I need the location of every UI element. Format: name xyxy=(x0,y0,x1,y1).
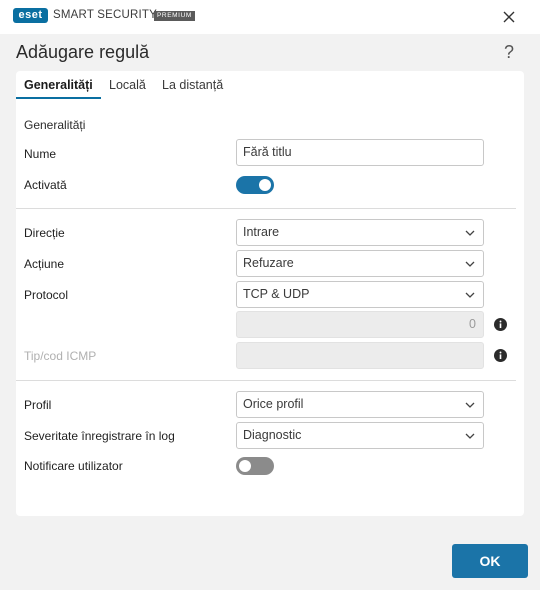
protocol-select[interactable]: TCP & UDP xyxy=(236,281,484,308)
log-severity-select[interactable]: Diagnostic xyxy=(236,422,484,449)
profile-value: Orice profil xyxy=(243,397,304,411)
edition-badge: PREMIUM xyxy=(154,11,195,21)
name-label: Nume xyxy=(24,147,57,161)
profile-select[interactable]: Orice profil xyxy=(236,391,484,418)
info-icon[interactable] xyxy=(494,349,507,362)
enabled-toggle[interactable] xyxy=(236,176,274,194)
profile-label: Profil xyxy=(24,398,52,412)
divider xyxy=(16,380,516,381)
chevron-down-icon xyxy=(465,433,475,439)
log-severity-label: Severitate înregistrare în log xyxy=(24,429,175,443)
icmp-label: Tip/cod ICMP xyxy=(24,349,97,363)
chevron-down-icon xyxy=(465,402,475,408)
notify-label: Notificare utilizator xyxy=(24,459,123,473)
icmp-input xyxy=(236,342,484,369)
action-select[interactable]: Refuzare xyxy=(236,250,484,277)
direction-value: Intrare xyxy=(243,225,280,239)
info-icon[interactable] xyxy=(494,318,507,331)
dialog-title: Adăugare regulă xyxy=(16,42,150,62)
eset-logo: eset xyxy=(13,8,48,23)
chevron-down-icon xyxy=(465,292,475,298)
enabled-label: Activată xyxy=(24,178,67,192)
active-tab-indicator xyxy=(16,97,101,99)
help-icon[interactable]: ? xyxy=(504,42,514,63)
close-icon xyxy=(503,11,515,23)
toggle-knob xyxy=(259,179,271,191)
ok-button[interactable]: OK xyxy=(452,544,528,578)
section-label-general: Generalități xyxy=(24,118,86,132)
name-value: Fără titlu xyxy=(243,145,292,159)
divider xyxy=(16,208,516,209)
chevron-down-icon xyxy=(465,261,475,267)
tab-bar: Generalități Locală La distanță xyxy=(16,71,524,99)
product-name: SMART SECURITY xyxy=(53,9,157,21)
rule-panel: Generalități Locală La distanță Generali… xyxy=(16,71,524,516)
direction-label: Direcție xyxy=(24,226,65,240)
name-input[interactable]: Fără titlu xyxy=(236,139,484,166)
title-bar: eset SMART SECURITY PREMIUM xyxy=(0,0,540,34)
action-label: Acțiune xyxy=(24,257,65,271)
close-button[interactable] xyxy=(498,6,520,28)
log-severity-value: Diagnostic xyxy=(243,428,302,442)
chevron-down-icon xyxy=(465,230,475,236)
notify-toggle[interactable] xyxy=(236,457,274,475)
protocol-label: Protocol xyxy=(24,288,69,302)
protocol-number-value: 0 xyxy=(469,317,476,331)
protocol-value: TCP & UDP xyxy=(243,287,310,301)
direction-select[interactable]: Intrare xyxy=(236,219,484,246)
tab-local[interactable]: Locală xyxy=(109,78,146,99)
tab-remote[interactable]: La distanță xyxy=(162,78,223,99)
action-value: Refuzare xyxy=(243,256,294,270)
toggle-knob xyxy=(239,460,251,472)
protocol-number-input: 0 xyxy=(236,311,484,338)
tab-general[interactable]: Generalități xyxy=(24,78,93,99)
